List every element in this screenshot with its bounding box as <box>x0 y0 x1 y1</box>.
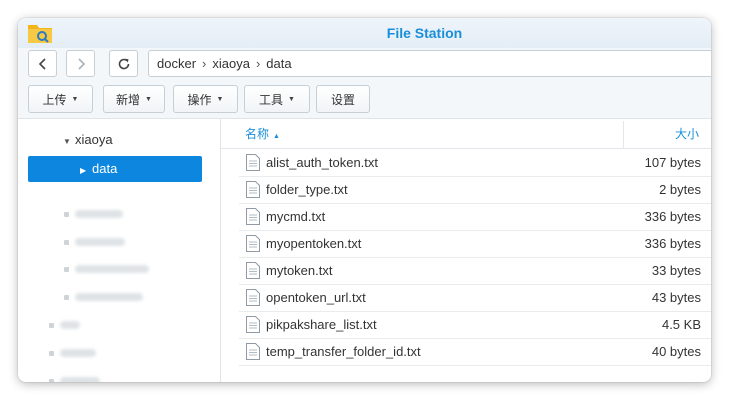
tools-button-label: 工具 <box>259 92 284 107</box>
back-button[interactable] <box>28 50 57 77</box>
file-row[interactable]: pikpakshare_list.txt 4.5 KB <box>239 311 711 339</box>
collapsed-arrow-icon <box>49 322 54 328</box>
text-file-icon <box>246 208 260 225</box>
title-bar: File Station <box>18 18 711 48</box>
tree-item-redacted[interactable] <box>64 237 125 247</box>
chevron-right-icon <box>77 57 85 70</box>
column-header-name-label: 名称 <box>245 127 270 141</box>
file-size: 33 bytes <box>651 263 701 278</box>
expanded-arrow-icon[interactable]: ▼ <box>63 129 75 155</box>
file-row[interactable]: mytoken.txt 33 bytes <box>239 257 711 285</box>
file-name: mytoken.txt <box>266 263 333 278</box>
tree-item-redacted[interactable] <box>64 264 149 274</box>
tools-button[interactable]: 工具 ▼ <box>244 85 310 113</box>
file-row[interactable]: temp_transfer_folder_id.txt 40 bytes <box>239 338 711 366</box>
chevron-left-icon <box>38 57 46 70</box>
text-file-icon <box>246 235 260 252</box>
breadcrumb-separator-icon: › <box>202 56 207 71</box>
file-row[interactable]: myopentoken.txt 336 bytes <box>239 230 711 258</box>
text-file-icon <box>246 343 260 360</box>
redacted-label <box>75 293 143 301</box>
toolbar: 上传 ▼ 新增 ▼ 操作 ▼ 工具 ▼ 设置 <box>18 82 711 119</box>
file-station-window: File Station docker › xiaoya › data ★ 上传… <box>18 18 711 382</box>
caret-down-icon: ▼ <box>288 95 295 103</box>
refresh-button[interactable] <box>109 50 138 77</box>
redacted-label <box>60 321 80 329</box>
tree-item-redacted[interactable] <box>49 320 80 330</box>
sort-ascending-icon: ▲ <box>273 133 280 140</box>
text-file-icon <box>246 262 260 279</box>
collapsed-arrow-icon[interactable]: ▶ <box>80 158 92 184</box>
tree-item-label: data <box>92 161 118 176</box>
collapsed-arrow-icon <box>64 294 69 300</box>
action-button[interactable]: 操作 ▼ <box>173 85 238 113</box>
tree-item-xiaoya[interactable]: ▼ xiaoya <box>63 127 113 153</box>
redacted-label <box>60 377 100 382</box>
refresh-icon <box>118 58 129 69</box>
file-row[interactable]: folder_type.txt 2 bytes <box>239 176 711 204</box>
file-size: 2 bytes <box>659 182 701 197</box>
breadcrumb-xiaoya[interactable]: xiaoya <box>212 56 250 71</box>
file-name: pikpakshare_list.txt <box>266 317 377 332</box>
file-name: folder_type.txt <box>266 182 348 197</box>
column-header-size-label: 大小 <box>674 127 699 141</box>
text-file-icon <box>246 316 260 333</box>
redacted-label <box>75 238 125 246</box>
upload-button[interactable]: 上传 ▼ <box>28 85 93 113</box>
collapsed-arrow-icon <box>64 266 69 272</box>
redacted-label <box>60 349 96 357</box>
caret-down-icon: ▼ <box>145 95 152 103</box>
text-file-icon <box>246 154 260 171</box>
navigation-bar: docker › xiaoya › data ★ <box>18 48 711 82</box>
file-size: 336 bytes <box>644 236 701 251</box>
redacted-label <box>75 210 123 218</box>
collapsed-arrow-icon <box>49 350 54 356</box>
tree-item-redacted[interactable] <box>49 376 100 382</box>
caret-down-icon: ▼ <box>216 95 224 103</box>
folder-tree: ▼ xiaoya ▶ data <box>18 119 221 382</box>
upload-button-label: 上传 <box>42 92 67 107</box>
file-name: mycmd.txt <box>266 209 326 224</box>
file-row[interactable]: alist_auth_token.txt 107 bytes <box>239 149 711 177</box>
tree-item-data[interactable]: ▶ data <box>28 156 202 182</box>
forward-button[interactable] <box>66 50 95 77</box>
collapsed-arrow-icon <box>49 378 54 382</box>
tree-item-label: xiaoya <box>75 132 113 147</box>
file-size: 107 bytes <box>644 155 701 170</box>
collapsed-arrow-icon <box>64 239 69 245</box>
action-button-label: 操作 <box>187 92 212 107</box>
settings-button[interactable]: 设置 <box>316 85 370 113</box>
settings-button-label: 设置 <box>330 92 355 107</box>
text-file-icon <box>246 289 260 306</box>
tree-item-redacted[interactable] <box>64 209 123 219</box>
file-size: 4.5 KB <box>661 317 701 332</box>
caret-down-icon: ▼ <box>71 95 79 103</box>
file-name: temp_transfer_folder_id.txt <box>266 344 421 359</box>
file-row[interactable]: opentoken_url.txt 43 bytes <box>239 284 711 312</box>
breadcrumb-docker[interactable]: docker <box>157 56 196 71</box>
text-file-icon <box>246 181 260 198</box>
file-size: 40 bytes <box>651 344 701 359</box>
column-header-name[interactable]: 名称 ▲ <box>245 121 280 150</box>
file-size: 336 bytes <box>644 209 701 224</box>
file-size: 43 bytes <box>651 290 701 305</box>
file-row[interactable]: mycmd.txt 336 bytes <box>239 203 711 231</box>
collapsed-arrow-icon <box>64 211 69 217</box>
file-name: alist_auth_token.txt <box>266 155 379 170</box>
breadcrumb-data[interactable]: data <box>266 56 291 71</box>
breadcrumb[interactable]: docker › xiaoya › data ★ <box>148 50 711 77</box>
tree-item-redacted[interactable] <box>49 348 96 358</box>
breadcrumb-separator-icon: › <box>255 56 261 71</box>
list-header: 名称 ▲ 大小 <box>221 121 711 149</box>
file-list: 名称 ▲ 大小 alist_auth_token.txt 107 bytes fo… <box>221 119 711 382</box>
new-button-label: 新增 <box>116 92 141 107</box>
tree-item-redacted[interactable] <box>64 292 143 302</box>
file-name: opentoken_url.txt <box>266 290 366 305</box>
column-header-size[interactable]: 大小 <box>623 121 705 148</box>
file-name: myopentoken.txt <box>266 236 362 251</box>
redacted-label <box>75 265 149 273</box>
new-button[interactable]: 新增 ▼ <box>103 85 165 113</box>
window-title: File Station <box>386 25 463 41</box>
